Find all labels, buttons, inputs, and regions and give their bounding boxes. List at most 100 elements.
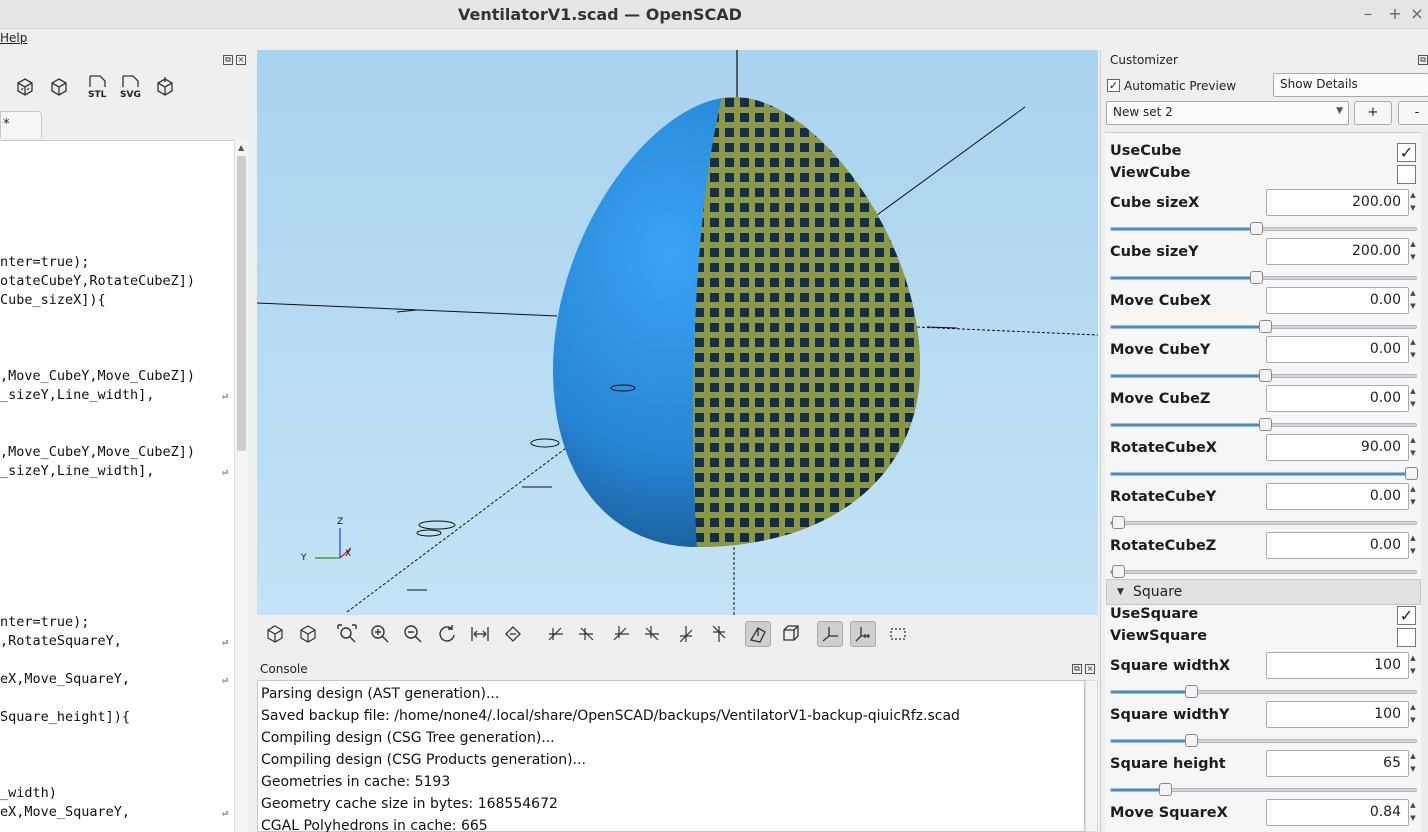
show-edges-icon[interactable]	[885, 621, 911, 647]
slider-handle[interactable]	[1259, 418, 1272, 431]
slider-handle[interactable]	[1185, 734, 1198, 747]
render-icon[interactable]	[46, 74, 72, 100]
param-spinbox-move-cubez[interactable]: 0.00	[1266, 385, 1409, 412]
param-spinbox-move-cubex[interactable]: 0.00	[1266, 287, 1409, 314]
param-spinbox-cube-sizey[interactable]: 200.00	[1266, 238, 1409, 265]
preset-select[interactable]: New set 2 ▼	[1106, 101, 1349, 125]
spin-arrows-icon[interactable]: ▲ ▼	[1407, 238, 1419, 265]
view-back-icon[interactable]	[608, 621, 634, 647]
view-right-icon[interactable]	[542, 621, 568, 647]
preview-icon[interactable]	[12, 74, 38, 100]
code-line[interactable]: otateCubeY,RotateCubeZ])	[0, 273, 195, 289]
spin-arrows-icon[interactable]: ▲ ▼	[1407, 750, 1419, 777]
code-line[interactable]: nter=true);	[0, 254, 89, 270]
view-distance-icon[interactable]	[467, 621, 493, 647]
param-slider-rotatecubey[interactable]	[1110, 516, 1417, 529]
spin-arrows-icon[interactable]: ▲ ▼	[1407, 701, 1419, 728]
param-slider-move-cubey[interactable]	[1110, 369, 1417, 382]
automatic-preview-checkbox[interactable]: ✓ Automatic Preview	[1107, 78, 1236, 93]
param-slider-move-cubez[interactable]	[1110, 418, 1417, 431]
param-slider-square-height[interactable]	[1110, 783, 1417, 796]
3d-viewport[interactable]: Z Y X	[257, 50, 1098, 615]
param-slider-cube-sizex[interactable]	[1110, 222, 1417, 235]
param-slider-rotatecubex[interactable]	[1110, 467, 1418, 480]
console-scrollbar[interactable]	[1085, 680, 1098, 832]
code-line[interactable]: ,RotateSquareY,	[0, 633, 122, 649]
code-line[interactable]: eX,Move_SquareY,	[0, 671, 130, 687]
param-slider-cube-sizey[interactable]	[1110, 271, 1417, 284]
view-top-icon[interactable]	[673, 621, 699, 647]
code-editor[interactable]: nter=true); otateCubeY,RotateCubeZ]) Cube_…	[0, 140, 234, 832]
param-slider-move-cubex[interactable]	[1110, 320, 1417, 333]
view-front-icon[interactable]	[640, 621, 666, 647]
zoom-out-icon[interactable]	[400, 621, 426, 647]
param-checkbox-viewsquare[interactable]	[1397, 628, 1416, 647]
orthogonal-icon[interactable]	[778, 621, 804, 647]
slider-handle[interactable]	[1250, 271, 1263, 284]
code-line[interactable]: Square_height]){	[0, 709, 130, 725]
param-group-square[interactable]: ▼ Square	[1106, 579, 1421, 605]
spin-arrows-icon[interactable]: ▲ ▼	[1407, 189, 1419, 216]
param-slider-rotatecubez[interactable]	[1110, 565, 1417, 578]
editor-scrollbar[interactable]: ▲	[234, 140, 248, 832]
perspective-icon[interactable]	[745, 621, 771, 647]
zoom-in-icon[interactable]	[367, 621, 393, 647]
code-line[interactable]: _width)	[0, 785, 57, 801]
slider-handle[interactable]	[1259, 369, 1272, 382]
slider-handle[interactable]	[1405, 467, 1418, 480]
param-checkbox-usecube[interactable]: ✓	[1397, 143, 1416, 162]
console-output[interactable]: Parsing design (AST generation)... Saved …	[257, 680, 1085, 832]
show-scale-markers-icon[interactable]	[850, 621, 876, 647]
maximize-button[interactable]: +	[1385, 4, 1405, 24]
code-line[interactable]: eX,Move_SquareY,	[0, 804, 130, 820]
param-spinbox-square-widthx[interactable]: 100	[1266, 652, 1409, 679]
editor-tab[interactable]: *	[0, 111, 42, 138]
spin-arrows-icon[interactable]: ▲ ▼	[1407, 483, 1419, 510]
console-close-icon[interactable]: ×	[1085, 664, 1095, 674]
undock-icon[interactable]: ⧉	[223, 55, 233, 65]
scroll-up-arrow-icon[interactable]: ▲	[238, 143, 244, 152]
editor-scroll-thumb[interactable]	[237, 156, 246, 451]
customizer-undock-icon[interactable]: ⧉	[1418, 55, 1428, 65]
param-slider-square-widthy[interactable]	[1110, 734, 1417, 747]
param-spinbox-square-widthy[interactable]: 100	[1266, 701, 1409, 728]
checkmark-icon[interactable]: ✓	[1107, 79, 1120, 92]
param-spinbox-square-height[interactable]: 65	[1266, 750, 1409, 777]
code-line[interactable]: _sizeY,Line_width],	[0, 463, 154, 479]
minimize-button[interactable]: –	[1358, 4, 1378, 24]
slider-handle[interactable]	[1250, 222, 1263, 235]
param-spinbox-cube-sizex[interactable]: 200.00	[1266, 189, 1409, 216]
code-line[interactable]: nter=true);	[0, 614, 89, 630]
param-spinbox-move-squarex[interactable]: 0.84	[1266, 799, 1409, 826]
close-dock-icon[interactable]: ×	[236, 55, 246, 65]
spin-arrows-icon[interactable]: ▲ ▼	[1407, 385, 1419, 412]
spin-arrows-icon[interactable]: ▲ ▼	[1407, 336, 1419, 363]
perspective-toggle-icon[interactable]	[500, 621, 526, 647]
close-button[interactable]: ×	[1407, 4, 1427, 24]
param-slider-square-widthx[interactable]	[1110, 685, 1417, 698]
code-line[interactable]: _sizeY,Line_width],	[0, 387, 154, 403]
details-mode-select[interactable]: Show Details	[1273, 73, 1428, 97]
menu-help[interactable]: Help	[0, 31, 27, 45]
param-spinbox-rotatecubey[interactable]: 0.00	[1266, 483, 1409, 510]
spin-arrows-icon[interactable]: ▲ ▼	[1407, 434, 1419, 461]
show-axes-icon[interactable]	[817, 621, 843, 647]
render-icon[interactable]	[295, 621, 321, 647]
preview-icon[interactable]	[262, 621, 288, 647]
code-line[interactable]: ,Move_CubeY,Move_CubeZ])	[0, 368, 195, 384]
param-checkbox-usesquare[interactable]: ✓	[1397, 606, 1416, 625]
view-all-icon[interactable]	[334, 621, 360, 647]
add-preset-button[interactable]: +	[1354, 101, 1392, 125]
param-checkbox-viewcube[interactable]	[1397, 165, 1416, 184]
export-stl-icon[interactable]: STL	[84, 74, 110, 100]
slider-handle[interactable]	[1112, 516, 1125, 529]
param-spinbox-move-cubey[interactable]: 0.00	[1266, 336, 1409, 363]
param-spinbox-rotatecubez[interactable]: 0.00	[1266, 532, 1409, 559]
view-bottom-icon[interactable]	[706, 621, 732, 647]
slider-handle[interactable]	[1112, 565, 1125, 578]
export-3d-icon[interactable]	[152, 74, 178, 100]
code-line[interactable]: Cube_sizeX]){	[0, 292, 106, 308]
remove-preset-button[interactable]: -	[1398, 101, 1428, 125]
customizer-scrollbar[interactable]	[1421, 132, 1428, 832]
console-undock-icon[interactable]: ⧉	[1072, 664, 1082, 674]
